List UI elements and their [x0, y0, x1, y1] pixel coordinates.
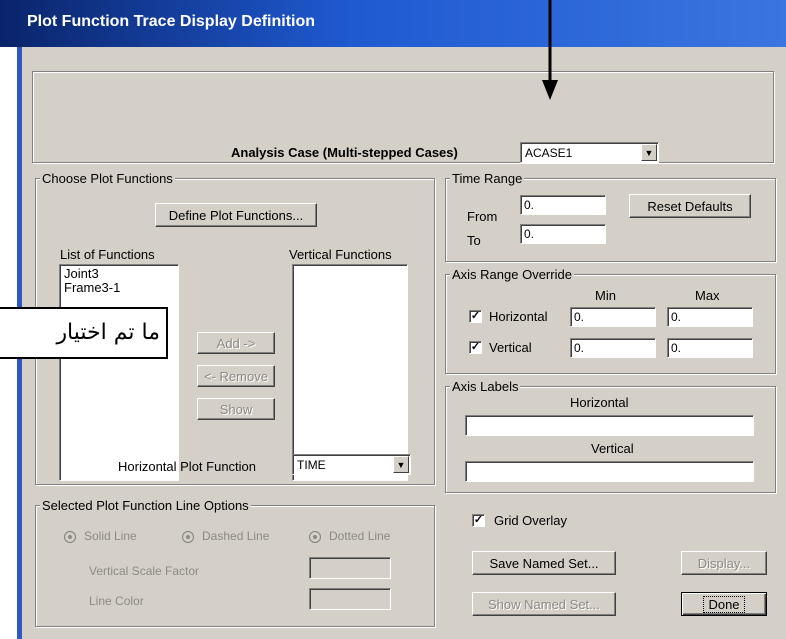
vertical-functions-listbox[interactable]: [292, 264, 408, 481]
vertical-override-checkbox[interactable]: ✓: [469, 341, 482, 354]
dashed-line-radio[interactable]: [182, 531, 194, 543]
axis-range-override-label: Axis Range Override: [450, 267, 574, 282]
list-of-functions-label: List of Functions: [60, 247, 155, 262]
checkmark-icon: ✓: [473, 514, 484, 526]
vertical-axis-label-caption: Vertical: [591, 441, 634, 456]
done-button-label: Done: [703, 595, 745, 613]
down-arrow-icon: [542, 0, 558, 100]
analysis-case-label: Analysis Case (Multi-stepped Cases): [231, 145, 458, 160]
grid-overlay-label: Grid Overlay: [494, 513, 567, 528]
to-field[interactable]: [520, 224, 606, 244]
max-label: Max: [695, 288, 720, 303]
horizontal-max-field[interactable]: [667, 307, 753, 327]
horizontal-plot-function-label: Horizontal Plot Function: [118, 459, 257, 474]
add-button[interactable]: Add ->: [197, 332, 275, 354]
done-button[interactable]: Done: [681, 592, 767, 616]
horizontal-min-field[interactable]: [570, 307, 656, 327]
horizontal-axis-label-field[interactable]: [465, 415, 754, 436]
define-plot-functions-button[interactable]: Define Plot Functions...: [155, 203, 317, 227]
checkmark-icon: ✓: [470, 310, 481, 322]
vertical-max-field[interactable]: [667, 338, 753, 358]
horizontal-override-checkbox[interactable]: ✓: [469, 310, 482, 323]
list-item[interactable]: Frame3-1: [64, 281, 174, 295]
horizontal-override-label: Horizontal: [489, 309, 548, 324]
vertical-min-field[interactable]: [570, 338, 656, 358]
to-label: To: [467, 233, 481, 248]
save-named-set-button[interactable]: Save Named Set...: [472, 551, 616, 575]
vertical-scale-factor-label: Vertical Scale Factor: [89, 564, 200, 578]
dotted-line-label: Dotted Line: [329, 529, 391, 543]
list-item[interactable]: Joint3: [64, 267, 174, 281]
analysis-case-value: ACASE1: [525, 146, 573, 160]
vertical-override-label: Vertical: [489, 340, 532, 355]
chevron-down-icon[interactable]: ▼: [641, 144, 657, 161]
reset-defaults-button[interactable]: Reset Defaults: [629, 194, 751, 218]
from-field[interactable]: [520, 195, 606, 215]
grid-overlay-checkbox[interactable]: ✓: [472, 514, 485, 527]
line-options-label: Selected Plot Function Line Options: [40, 498, 251, 513]
axis-labels-label: Axis Labels: [450, 379, 521, 394]
horizontal-plot-function-dropdown[interactable]: TIME ▼: [292, 454, 411, 475]
vertical-axis-label-field[interactable]: [465, 461, 754, 482]
remove-button[interactable]: <- Remove: [197, 365, 275, 387]
show-named-set-button[interactable]: Show Named Set...: [472, 592, 616, 616]
solid-line-label: Solid Line: [84, 529, 137, 543]
display-button[interactable]: Display...: [681, 551, 767, 575]
from-label: From: [467, 209, 498, 224]
solid-line-radio[interactable]: [64, 531, 76, 543]
dotted-line-radio[interactable]: [309, 531, 321, 543]
show-button[interactable]: Show: [197, 398, 275, 420]
choose-plot-functions-label: Choose Plot Functions: [40, 171, 175, 186]
checkmark-icon: ✓: [470, 341, 481, 353]
min-label: Min: [595, 288, 616, 303]
vertical-scale-factor-field[interactable]: [309, 557, 391, 579]
line-color-field[interactable]: [309, 588, 391, 610]
title-bar: Plot Function Trace Display Definition: [0, 0, 786, 47]
functions-listbox[interactable]: Joint3 Frame3-1: [59, 264, 179, 481]
line-color-label: Line Color: [89, 594, 144, 608]
horizontal-axis-label-caption: Horizontal: [570, 395, 629, 410]
vertical-functions-label: Vertical Functions: [289, 247, 392, 262]
horizontal-plot-function-value: TIME: [297, 458, 326, 472]
window-title: Plot Function Trace Display Definition: [27, 13, 316, 30]
annotation-callout: ما تم اختيار: [0, 307, 168, 359]
time-range-label: Time Range: [450, 171, 525, 186]
analysis-case-dropdown[interactable]: ACASE1 ▼: [520, 142, 659, 163]
dashed-line-label: Dashed Line: [202, 529, 270, 543]
chevron-down-icon[interactable]: ▼: [393, 456, 409, 473]
